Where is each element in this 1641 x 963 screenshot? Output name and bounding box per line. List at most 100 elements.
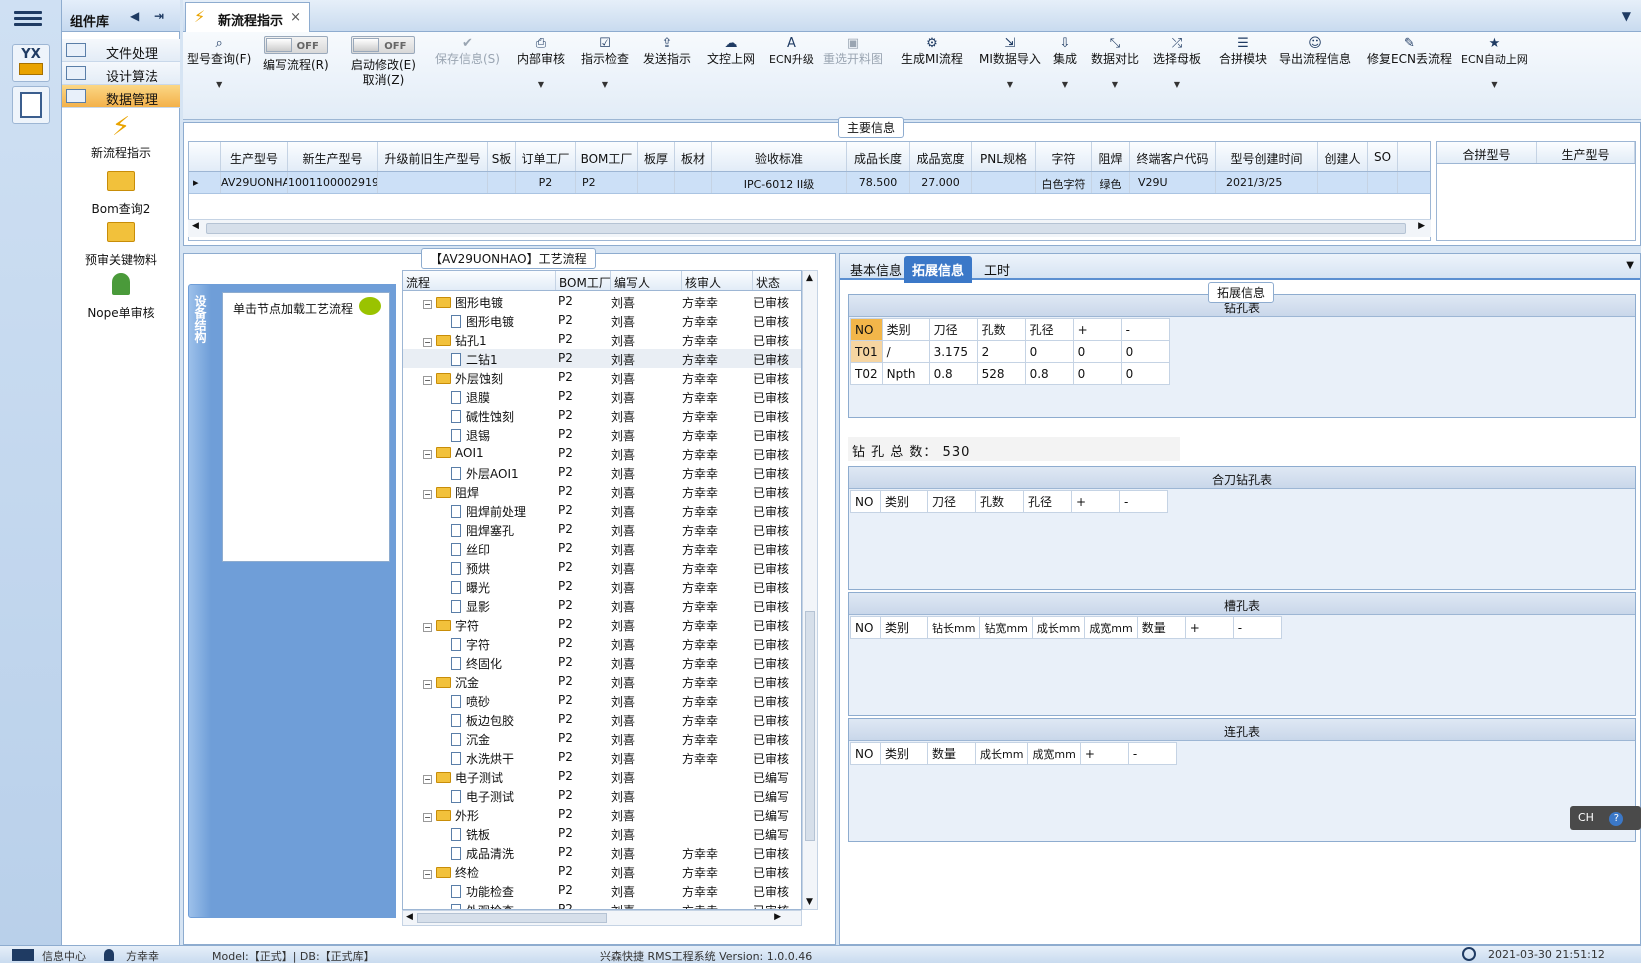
- cell[interactable]: T02: [850, 362, 883, 385]
- cell[interactable]: [488, 172, 516, 193]
- column-header[interactable]: 孔数: [976, 318, 1026, 341]
- column-header[interactable]: 创建人: [1318, 142, 1368, 171]
- tree-row[interactable]: 电子测试 P2 刘喜 已编写: [403, 786, 801, 805]
- cell[interactable]: P2: [576, 172, 638, 193]
- merge-button[interactable]: ☰ 合拼模块: [1219, 36, 1267, 67]
- chevron-down-icon[interactable]: ▼: [1626, 260, 1634, 271]
- cell[interactable]: [675, 172, 712, 193]
- cell[interactable]: [378, 172, 488, 193]
- column-header[interactable]: 孔数: [975, 490, 1024, 513]
- tree-row[interactable]: − 阻焊 P2 刘喜 方幸幸 已审核: [403, 482, 801, 501]
- tree-row[interactable]: 水洗烘干 P2 刘喜 方幸幸 已审核: [403, 748, 801, 767]
- column-header[interactable]: 板材: [675, 142, 712, 171]
- column-header[interactable]: NO: [850, 318, 883, 341]
- tree-row[interactable]: − 外层蚀刻 P2 刘喜 方幸幸 已审核: [403, 368, 801, 387]
- column-header[interactable]: 成宽mm: [1027, 742, 1081, 765]
- column-header[interactable]: 核审人: [682, 271, 753, 290]
- tab-work-hours[interactable]: 工时: [976, 258, 1018, 281]
- tile-nope-review[interactable]: Nope单审核: [62, 272, 180, 321]
- collapse-icon[interactable]: −: [423, 338, 432, 347]
- tree-row[interactable]: − 终检 P2 刘喜 方幸幸 已审核: [403, 862, 801, 881]
- cell[interactable]: V29U: [1130, 172, 1216, 193]
- column-header[interactable]: 型号创建时间: [1216, 142, 1318, 171]
- cell[interactable]: /: [881, 340, 930, 363]
- cell[interactable]: 0.8: [1024, 362, 1074, 385]
- collapse-icon[interactable]: −: [423, 450, 432, 459]
- collapse-left-icon[interactable]: ◀: [130, 9, 139, 23]
- tree-row[interactable]: 预烘 P2 刘喜 方幸幸 已审核: [403, 558, 801, 577]
- tree-row[interactable]: 功能检查 P2 刘喜 方幸幸 已审核: [403, 881, 801, 900]
- chevron-down-icon[interactable]: ▼: [1622, 9, 1631, 23]
- cell[interactable]: 3.175: [928, 340, 978, 363]
- scroll-down-icon[interactable]: ▼: [806, 897, 813, 907]
- collapse-icon[interactable]: −: [423, 376, 432, 385]
- scroll-right-icon[interactable]: ▶: [1418, 221, 1425, 231]
- tab-new-flow[interactable]: ⚡ 新流程指示 ×: [185, 2, 310, 32]
- cell[interactable]: AV29UONHAO: [221, 172, 288, 193]
- tree-row[interactable]: 字符 P2 刘喜 方幸幸 已审核: [403, 634, 801, 653]
- column-header[interactable]: +: [1184, 616, 1234, 639]
- upload-button[interactable]: ☁ 文控上网: [707, 36, 755, 67]
- column-header[interactable]: S板: [488, 142, 516, 171]
- column-header[interactable]: 成品长度: [847, 142, 910, 171]
- column-header[interactable]: 刀径: [928, 318, 978, 341]
- chevron-down-icon[interactable]: ▼: [187, 77, 251, 92]
- collapse-icon[interactable]: −: [423, 680, 432, 689]
- tree-row[interactable]: 碱性蚀刻 P2 刘喜 方幸幸 已审核: [403, 406, 801, 425]
- tree-row[interactable]: 外层AOI1 P2 刘喜 方幸幸 已审核: [403, 463, 801, 482]
- column-header[interactable]: 类别: [880, 490, 928, 513]
- library-item-data[interactable]: 数据管理: [62, 85, 180, 108]
- save-button[interactable]: ✔ 保存信息(S): [435, 36, 500, 67]
- tree-row[interactable]: 曝光 P2 刘喜 方幸幸 已审核: [403, 577, 801, 596]
- cell[interactable]: 0.8: [928, 362, 978, 385]
- tree-row[interactable]: 外观检查P2刘喜方幸幸已审核: [403, 900, 801, 909]
- column-header[interactable]: 孔径: [1023, 490, 1072, 513]
- horizontal-scrollbar[interactable]: ◀ ▶: [188, 219, 1431, 237]
- scroll-up-icon[interactable]: ▲: [806, 273, 813, 283]
- tree-row[interactable]: 显影 P2 刘喜 方幸幸 已审核: [403, 596, 801, 615]
- cell[interactable]: 绿色: [1092, 172, 1130, 193]
- table-row[interactable]: T01 / 3.175 2 0 0 0: [850, 340, 1170, 363]
- column-header[interactable]: 数量: [1136, 616, 1186, 639]
- grid-icon[interactable]: [12, 949, 34, 961]
- column-header[interactable]: 成宽mm: [1084, 616, 1138, 639]
- column-header[interactable]: 成长mm: [1031, 616, 1086, 639]
- cell[interactable]: 78.500: [847, 172, 910, 193]
- integrate-button[interactable]: ⇩ 集成 ▼: [1053, 36, 1077, 92]
- column-header[interactable]: NO: [850, 742, 881, 765]
- column-header[interactable]: 新生产型号: [288, 142, 378, 171]
- column-header[interactable]: 状态: [753, 271, 801, 290]
- column-header[interactable]: 合拼型号: [1437, 142, 1537, 163]
- tree-row[interactable]: 终固化 P2 刘喜 方幸幸 已审核: [403, 653, 801, 672]
- column-header[interactable]: 孔径: [1024, 318, 1074, 341]
- tree-row[interactable]: 退锡 P2 刘喜 方幸幸 已审核: [403, 425, 801, 444]
- chat-bubble-icon[interactable]: [359, 297, 381, 315]
- tile-new-flow[interactable]: ⚡ 新流程指示: [62, 112, 180, 161]
- column-header[interactable]: 编写人: [611, 271, 682, 290]
- cell[interactable]: [638, 172, 675, 193]
- cell[interactable]: 0: [1072, 340, 1122, 363]
- ime-indicator[interactable]: CH ?: [1570, 806, 1641, 830]
- library-item-algorithm[interactable]: 设计算法: [62, 62, 180, 85]
- column-header[interactable]: 成长mm: [974, 742, 1029, 765]
- tree-row[interactable]: 二钻1 P2 刘喜 方幸幸 已审核: [403, 349, 801, 368]
- auto-upload-button[interactable]: ★ ECN自动上网 ▼: [1461, 36, 1528, 92]
- column-header[interactable]: 类别: [880, 616, 928, 639]
- collapse-icon[interactable]: −: [423, 490, 432, 499]
- column-header[interactable]: 升级前旧生产型号: [378, 142, 488, 171]
- column-header[interactable]: 钻长mm: [926, 616, 981, 639]
- cell[interactable]: Npth: [881, 362, 930, 385]
- cell[interactable]: 528: [976, 362, 1026, 385]
- scroll-left-icon[interactable]: ◀: [192, 221, 199, 231]
- column-header[interactable]: NO: [850, 490, 881, 513]
- column-header[interactable]: NO: [850, 616, 881, 639]
- query-button[interactable]: ⌕ 型号查询(F) ▼: [187, 36, 251, 92]
- column-header[interactable]: 验收标准: [712, 142, 847, 171]
- collapse-icon[interactable]: −: [423, 870, 432, 879]
- cell[interactable]: 0: [1120, 362, 1170, 385]
- info-center-link[interactable]: 信息中心: [42, 948, 86, 963]
- column-header[interactable]: BOM工厂: [556, 271, 611, 290]
- tree-row[interactable]: 喷砂 P2 刘喜 方幸幸 已审核: [403, 691, 801, 710]
- help-icon[interactable]: ?: [1609, 812, 1624, 826]
- tree-row[interactable]: − 图形电镀 P2 刘喜 方幸幸 已审核: [403, 292, 801, 311]
